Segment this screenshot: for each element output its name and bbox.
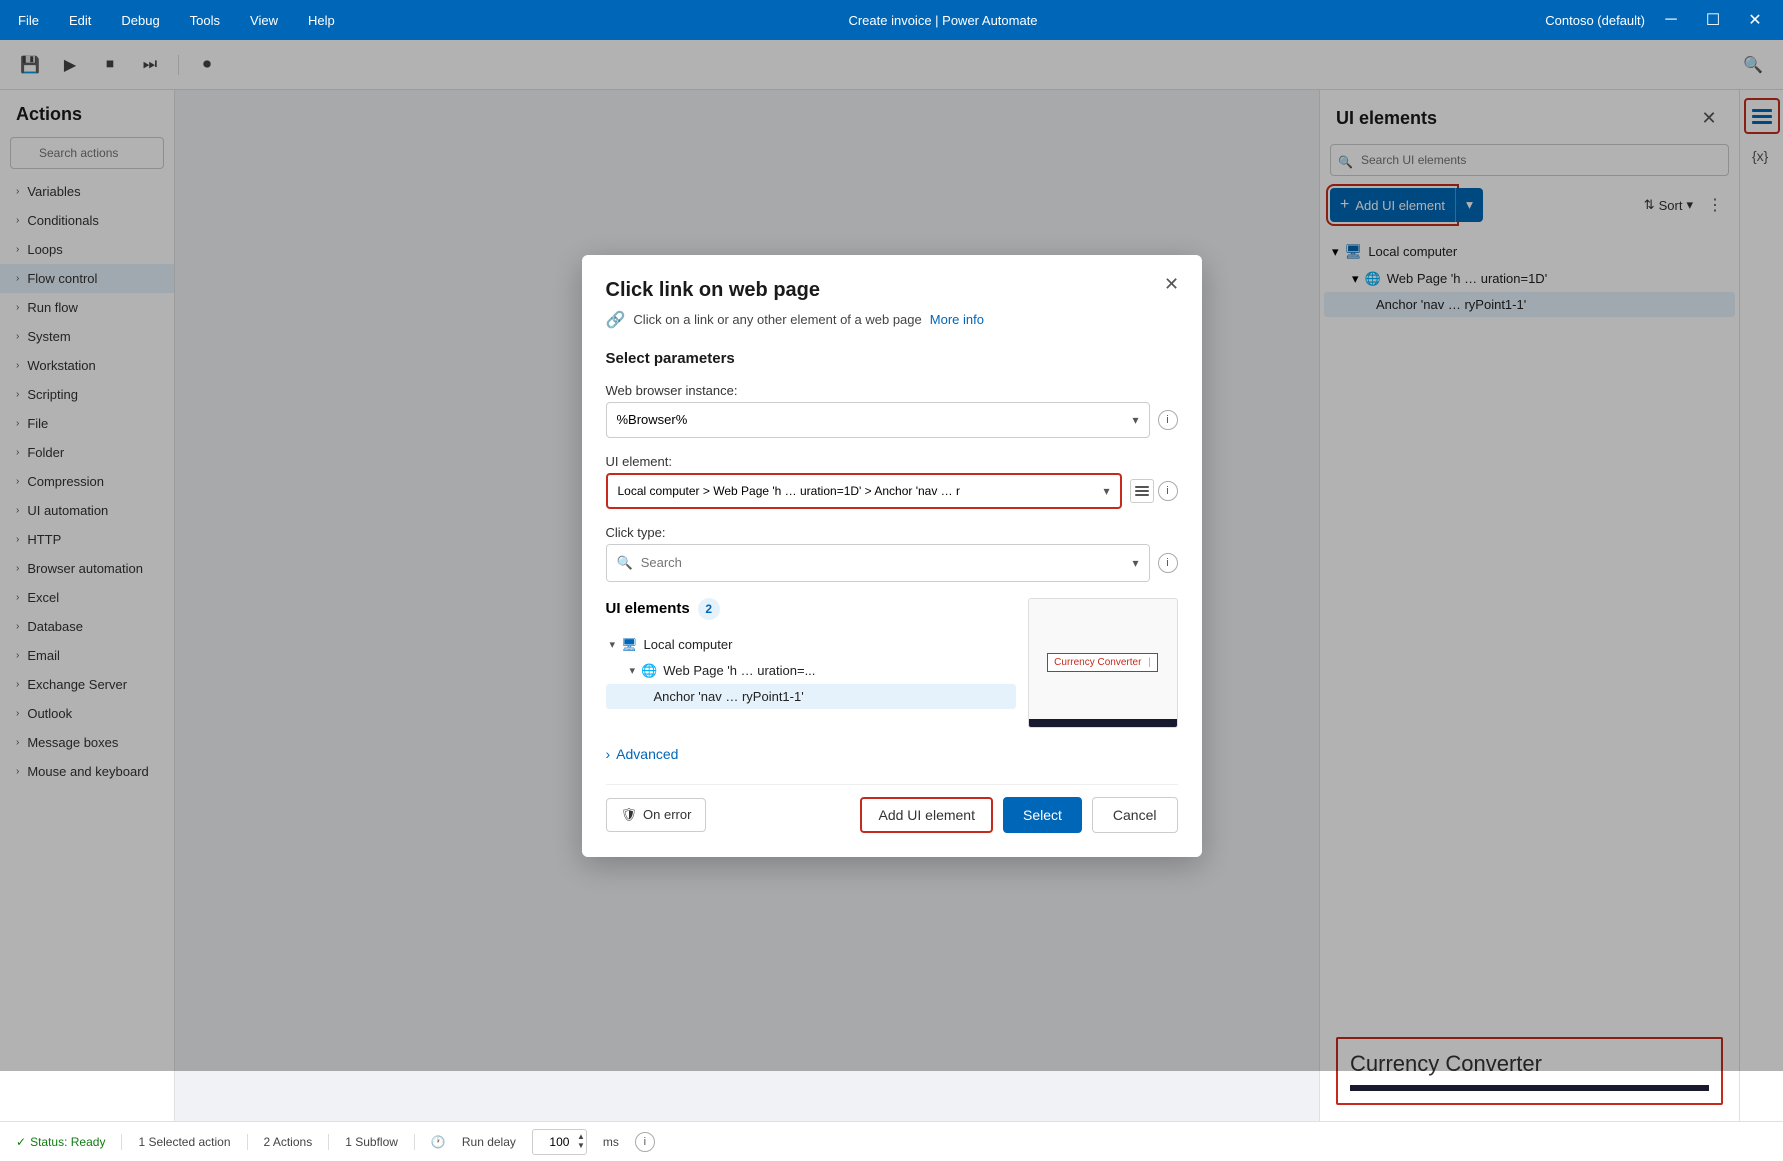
globe-icon: 🌐 xyxy=(641,663,657,679)
menu-edit[interactable]: Edit xyxy=(63,9,97,32)
layers-button[interactable] xyxy=(1130,479,1154,503)
web-browser-row: Web browser instance: %Browser% ▾ i xyxy=(606,383,1178,438)
advanced-toggle[interactable]: › Advanced xyxy=(606,736,1178,772)
modal-section-title: Select parameters xyxy=(606,350,1178,367)
web-browser-label: Web browser instance: xyxy=(606,383,1178,398)
subflow-count: 1 Subflow xyxy=(345,1135,398,1149)
ui-element-info-button[interactable]: i xyxy=(1158,481,1178,501)
minimize-button[interactable]: ─ xyxy=(1655,4,1687,36)
stepper-down[interactable]: ▼ xyxy=(577,1142,585,1150)
chevron-icon: ▾ xyxy=(630,664,636,677)
ui-element-label: UI element: xyxy=(606,454,1178,469)
ui-element-row: UI element: Local computer > Web Page 'h… xyxy=(606,454,1178,509)
modal-subtitle: 🔗 Click on a link or any other element o… xyxy=(606,310,1178,330)
ms-label: ms xyxy=(603,1135,619,1149)
selected-action-count: 1 Selected action xyxy=(138,1135,230,1149)
status-separator-2 xyxy=(247,1134,248,1150)
menu-help[interactable]: Help xyxy=(302,9,341,32)
click-type-row: Click type: 🔍 ▾ i xyxy=(606,525,1178,582)
chevron-down-icon: ▾ xyxy=(1132,556,1138,570)
titlebar-title: Create invoice | Power Automate xyxy=(848,13,1037,28)
status-ready: ✓ Status: Ready xyxy=(16,1135,105,1149)
chevron-right-icon: › xyxy=(606,746,611,762)
menu-file[interactable]: File xyxy=(12,9,45,32)
on-error-button[interactable]: 🛡 On error xyxy=(606,798,707,832)
ui-elements-section-header: UI elements 2 xyxy=(606,598,1016,620)
menu-debug[interactable]: Debug xyxy=(115,9,165,32)
run-delay-label: Run delay xyxy=(462,1135,516,1149)
modal-title: Click link on web page xyxy=(606,279,1178,302)
link-icon: 🔗 xyxy=(606,310,626,330)
modal-dialog: Click link on web page ✕ 🔗 Click on a li… xyxy=(582,255,1202,857)
search-icon: 🔍 xyxy=(617,555,633,571)
chevron-down-icon: ▾ xyxy=(1132,413,1138,427)
close-button[interactable]: ✕ xyxy=(1739,4,1771,36)
preview-thumbnail: Currency Converter | xyxy=(1028,598,1178,728)
titlebar-controls: Contoso (default) ─ ☐ ✕ xyxy=(1545,4,1771,36)
statusbar: ✓ Status: Ready 1 Selected action 2 Acti… xyxy=(0,1121,1783,1161)
user-label: Contoso (default) xyxy=(1545,13,1645,28)
web-browser-dropdown[interactable]: %Browser% ▾ xyxy=(606,402,1150,438)
layers-icon xyxy=(1135,484,1149,498)
maximize-button[interactable]: ☐ xyxy=(1697,4,1729,36)
run-delay-input-wrap: ▲ ▼ xyxy=(532,1129,587,1155)
add-ui-element-footer-button[interactable]: Add UI element xyxy=(860,797,993,833)
clock-icon: 🕐 xyxy=(431,1135,446,1149)
web-browser-info-button[interactable]: i xyxy=(1158,410,1178,430)
ui-elements-dropdown-section: Currency Converter | UI elements 2 ▾ 🖥 L… xyxy=(606,598,1178,728)
shield-icon: 🛡 xyxy=(621,807,638,823)
run-delay-info-button[interactable]: i xyxy=(635,1132,655,1152)
stepper-up[interactable]: ▲ xyxy=(577,1133,585,1141)
click-type-search-input[interactable] xyxy=(641,555,1125,570)
modal-overlay: Click link on web page ✕ 🔗 Click on a li… xyxy=(0,40,1783,1071)
modal-footer: 🛡 On error Add UI element Select Cancel xyxy=(606,784,1178,833)
click-type-label: Click type: xyxy=(606,525,1178,540)
menu-view[interactable]: View xyxy=(244,9,284,32)
preview-bar xyxy=(1029,719,1177,727)
computer-icon: 🖥 xyxy=(621,637,638,653)
modal-close-button[interactable]: ✕ xyxy=(1158,271,1186,299)
status-separator-3 xyxy=(328,1134,329,1150)
modal-tree-anchor[interactable]: Anchor 'nav … ryPoint1-1' xyxy=(606,684,1016,709)
titlebar-menu[interactable]: File Edit Debug Tools View Help xyxy=(12,9,341,32)
ui-element-actions: i xyxy=(1130,479,1178,503)
more-info-link[interactable]: More info xyxy=(930,312,984,327)
click-type-search[interactable]: 🔍 ▾ xyxy=(607,545,1149,581)
actions-count: 2 Actions xyxy=(264,1135,313,1149)
cancel-button[interactable]: Cancel xyxy=(1092,797,1178,833)
check-icon: ✓ xyxy=(16,1135,26,1149)
modal-tree-local-computer[interactable]: ▾ 🖥 Local computer xyxy=(606,632,1016,658)
click-type-info-button[interactable]: i xyxy=(1158,553,1178,573)
menu-tools[interactable]: Tools xyxy=(184,9,226,32)
modal-tree-web-page[interactable]: ▾ 🌐 Web Page 'h … uration=... xyxy=(606,658,1016,684)
ui-element-dropdown[interactable]: Local computer > Web Page 'h … uration=1… xyxy=(606,473,1122,509)
stepper-buttons[interactable]: ▲ ▼ xyxy=(577,1133,585,1150)
currency-converter-bar xyxy=(1350,1085,1709,1091)
titlebar: File Edit Debug Tools View Help Create i… xyxy=(0,0,1783,40)
status-separator-1 xyxy=(121,1134,122,1150)
select-button[interactable]: Select xyxy=(1003,797,1082,833)
chevron-down-icon: ▾ xyxy=(1103,484,1109,498)
preview-element: Currency Converter | xyxy=(1047,653,1158,672)
ui-elements-count-badge: 2 xyxy=(698,598,720,620)
status-separator-4 xyxy=(414,1134,415,1150)
advanced-section: › Advanced xyxy=(606,736,1178,784)
chevron-icon: ▾ xyxy=(610,638,616,651)
